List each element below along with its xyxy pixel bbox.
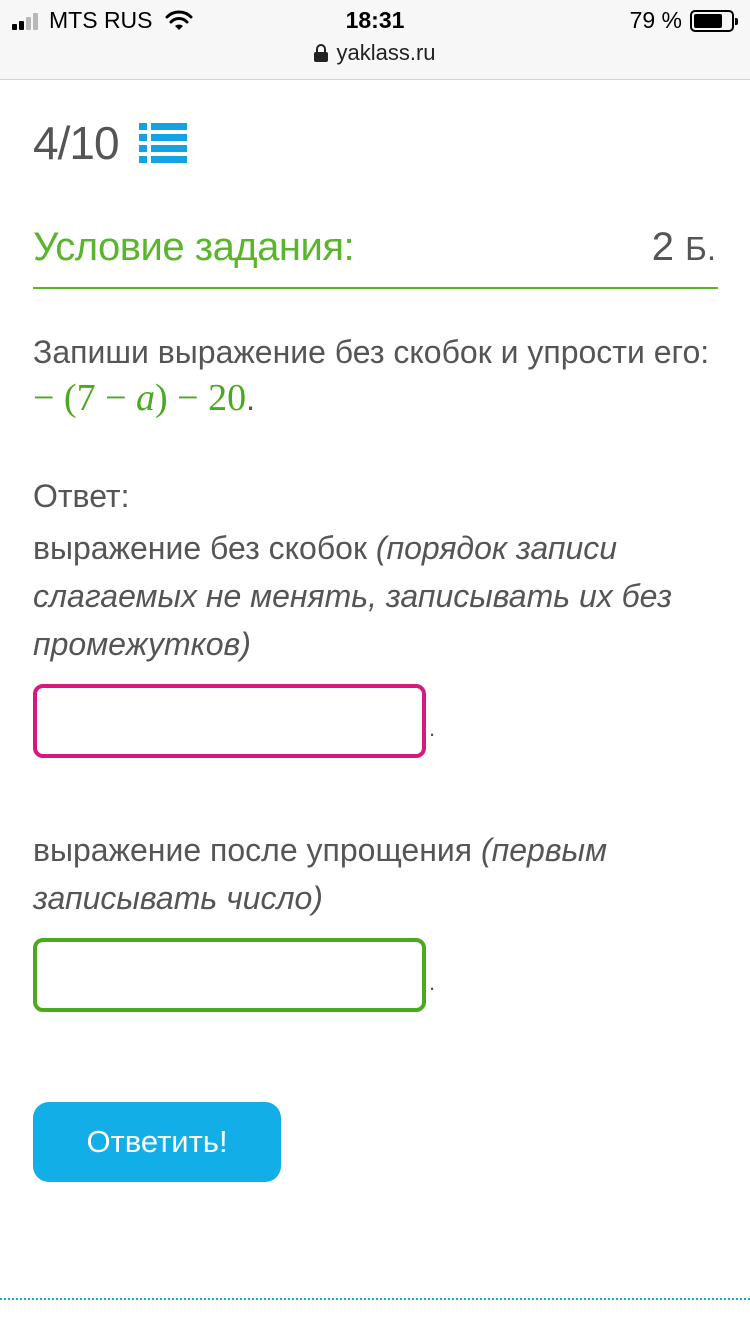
battery-percent: 79 % (629, 7, 682, 33)
task-title: Условие задания: (33, 225, 355, 269)
field1-label: выражение без скобок (порядок записи сла… (33, 524, 723, 668)
question-text: Запиши выражение без скобок и упрости ег… (33, 334, 710, 370)
points-unit: Б. (685, 230, 716, 267)
expression-without-brackets-input[interactable] (33, 684, 426, 758)
points-value: 2 (651, 225, 675, 269)
answer-label: Ответ: (33, 478, 130, 514)
task-points: 2 Б. (652, 225, 716, 270)
field2-label-text: выражение после упрощения (33, 832, 481, 868)
task-progress: 4/10 (33, 117, 120, 169)
battery-icon (690, 9, 738, 32)
page-divider (0, 1298, 750, 1300)
task-header: Условие задания: 2 Б. (33, 225, 718, 289)
field2-wrap: . (33, 938, 435, 1012)
simplified-expression-input[interactable] (33, 938, 426, 1012)
formula-end: . (246, 381, 255, 417)
formula-part2: ) − 20 (155, 377, 247, 419)
math-expression: − (7 − a) − 20. (33, 376, 255, 420)
field1-suffix: . (429, 716, 436, 741)
formula-part1: − (7 − (33, 377, 137, 419)
field1-wrap: . (33, 684, 435, 758)
field2-suffix: . (429, 970, 436, 995)
url-text: yaklass.ru (336, 40, 436, 65)
address-bar[interactable]: yaklass.ru (0, 40, 750, 66)
field1-label-text: выражение без скобок (33, 530, 376, 566)
formula-variable: a (136, 377, 156, 419)
status-bar: MTS RUS 18:31 79 % yaklass.ru (0, 0, 750, 80)
list-icon[interactable] (138, 121, 187, 165)
submit-answer-button[interactable]: Ответить! (33, 1102, 281, 1182)
lock-icon (314, 44, 329, 62)
progress-row: 4/10 (33, 116, 187, 170)
status-right: 79 % (629, 7, 738, 34)
field2-label: выражение после упрощения (первым записы… (33, 826, 723, 922)
